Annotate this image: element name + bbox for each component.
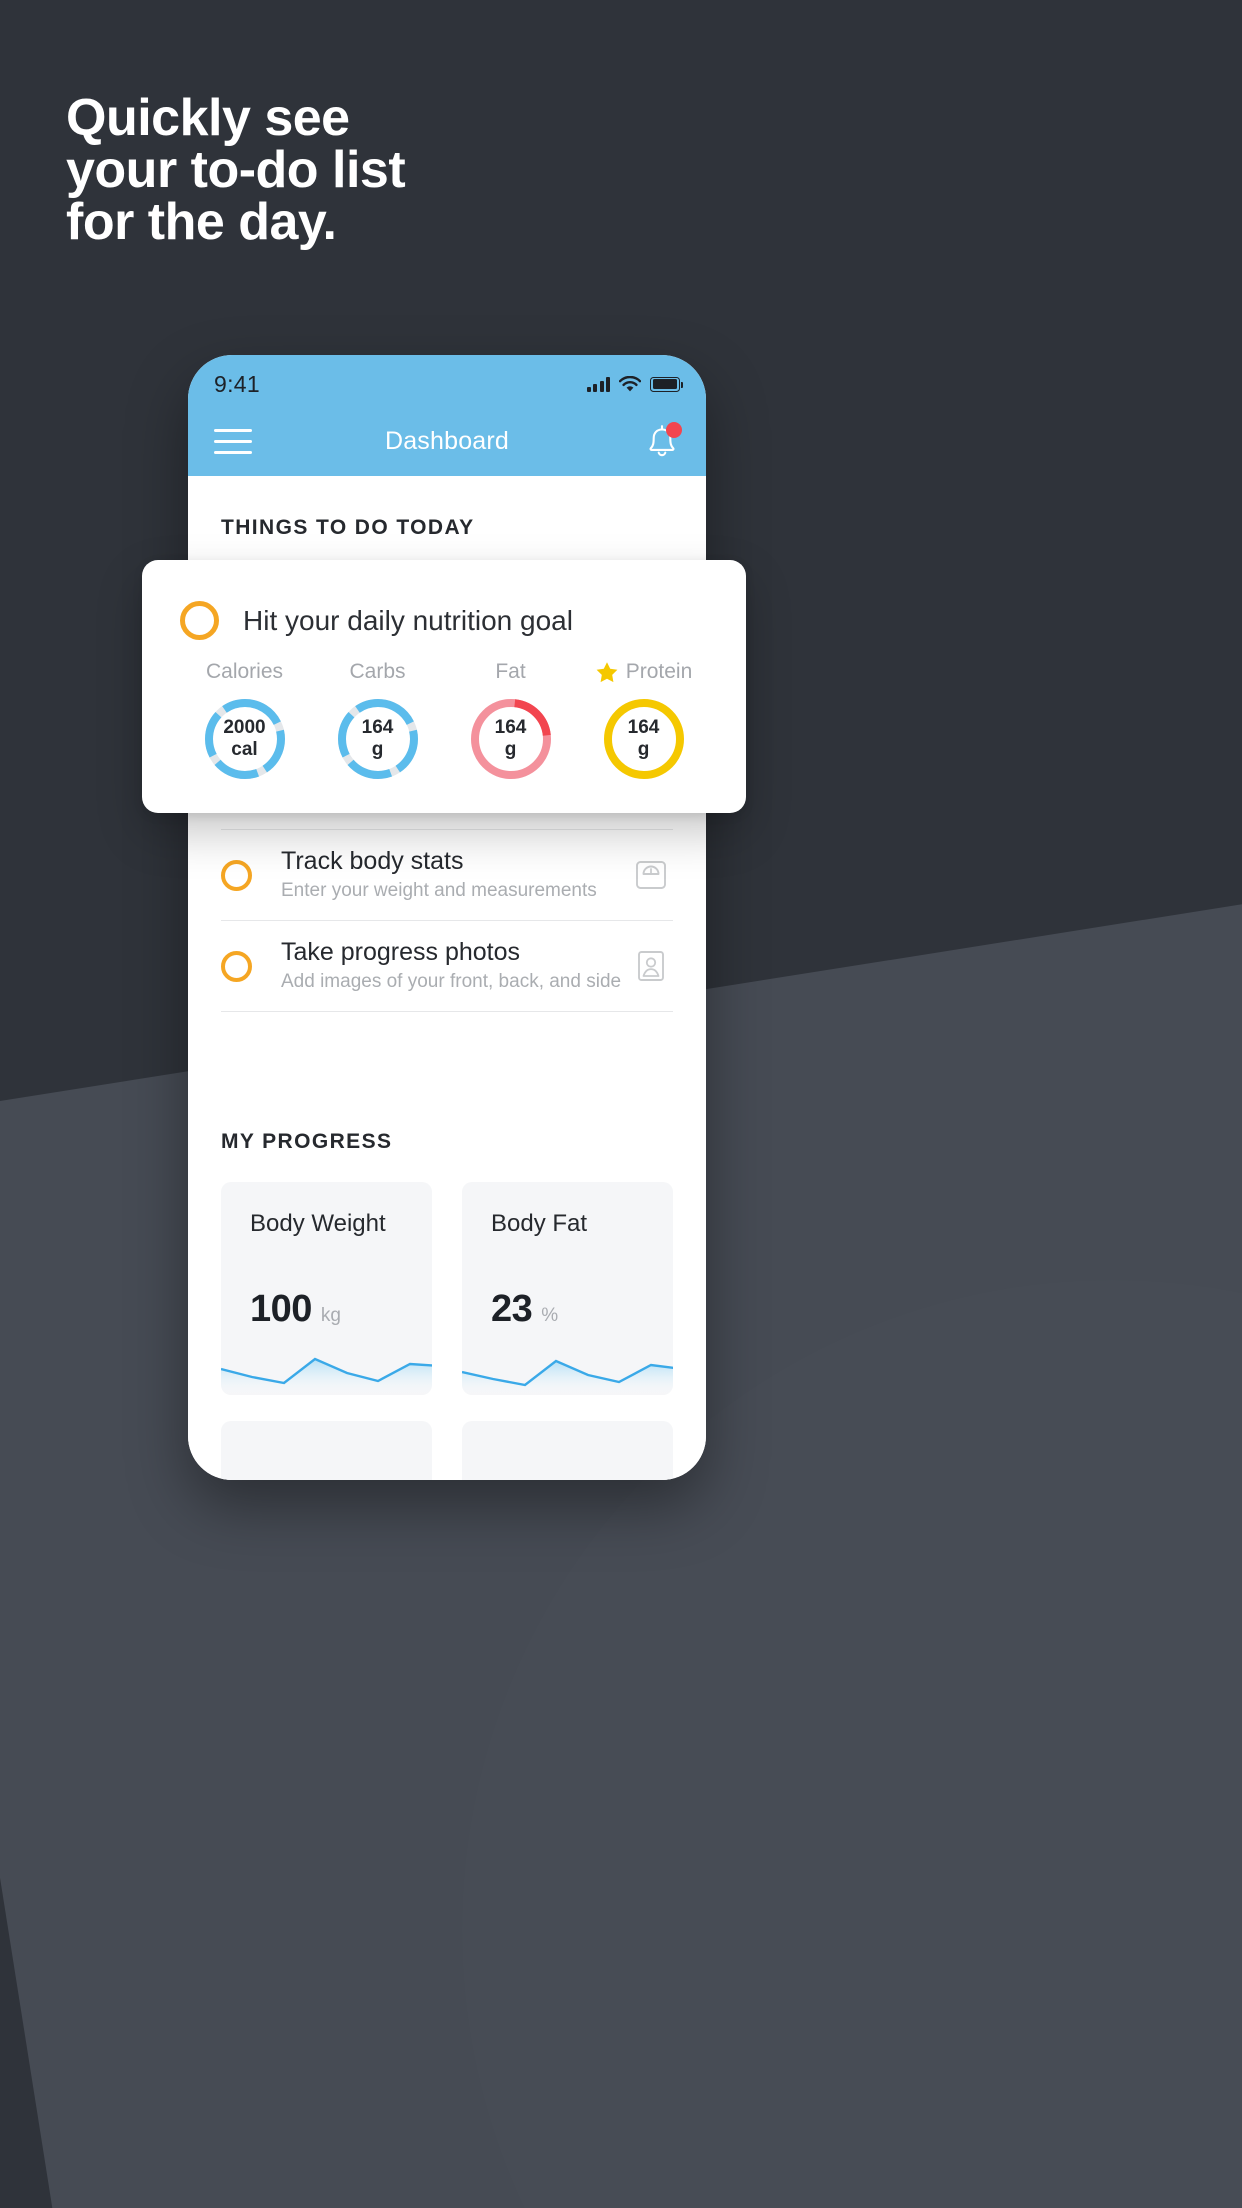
macro-value-group: 164 g	[334, 695, 422, 783]
notification-badge	[666, 421, 682, 438]
nutrition-goal-card[interactable]: Hit your daily nutrition goal Calories 2…	[142, 560, 746, 813]
macro-label-group: Protein	[595, 660, 693, 684]
task-list-bottom-divider	[221, 1011, 673, 1012]
things-to-do-heading: THINGS TO DO TODAY	[221, 516, 475, 539]
progress-card-value: 100	[250, 1288, 312, 1330]
my-progress-heading: MY PROGRESS	[221, 1130, 393, 1153]
page-root: Quickly see your to-do list for the day.…	[0, 0, 1242, 2208]
task-subtitle: Enter your weight and measurements	[281, 880, 597, 901]
macro-value: 2000	[223, 717, 266, 738]
hamburger-menu-icon[interactable]	[214, 429, 252, 454]
macro-unit: g	[371, 739, 384, 760]
progress-card-value-group: 23 %	[491, 1288, 558, 1331]
macro-ring: 164 g	[467, 695, 555, 783]
status-bar-indicators	[586, 376, 683, 392]
progress-card-label: Body Weight	[250, 1210, 386, 1237]
weight-scale-icon	[636, 861, 666, 889]
progress-card-value: 23	[491, 1288, 533, 1330]
body-weight-sparkline	[221, 1357, 432, 1395]
progress-card-value-group: 100 kg	[250, 1288, 341, 1331]
task-title: Track body stats	[281, 847, 464, 875]
macro-label-group: Calories	[206, 660, 283, 684]
macro-value: 164	[494, 717, 527, 738]
page-title: Dashboard	[384, 427, 510, 455]
progress-card-grid: Body Weight 100 kg Body Fat 23 %	[221, 1182, 673, 1395]
macro-label-group: Carbs	[349, 660, 405, 684]
star-icon	[596, 661, 618, 682]
task-subtitle: Add images of your front, back, and side	[281, 971, 622, 992]
task-checkbox-ring[interactable]	[221, 950, 252, 982]
macro-unit: cal	[231, 739, 258, 760]
progress-card-placeholder-right[interactable]	[462, 1421, 673, 1480]
task-title: Take progress photos	[281, 938, 521, 966]
macro-value-group: 164 g	[467, 695, 555, 783]
status-bar: 9:41	[188, 355, 706, 407]
macro-calories[interactable]: Calories 2000 cal	[178, 660, 311, 783]
wifi-icon	[619, 376, 641, 392]
body-fat-sparkline	[462, 1359, 673, 1395]
headline-line-3: for the day.	[66, 193, 337, 251]
battery-icon	[650, 376, 683, 392]
macro-value-group: 164 g	[600, 695, 688, 783]
macro-protein[interactable]: Protein 164 g	[577, 660, 710, 783]
macro-ring-group: Calories 2000 cal Carbs 164 g Fat 164 g …	[142, 660, 746, 783]
progress-card-body-weight[interactable]: Body Weight 100 kg	[221, 1182, 432, 1395]
progress-card-body-fat[interactable]: Body Fat 23 %	[462, 1182, 673, 1395]
macro-label: Protein	[625, 660, 693, 683]
nutrition-checkbox-ring[interactable]	[180, 601, 219, 640]
progress-card-label: Body Fat	[491, 1210, 588, 1237]
headline: Quickly see your to-do list for the day.	[66, 89, 406, 251]
macro-unit: g	[504, 739, 517, 760]
headline-line-2: your to-do list	[66, 141, 406, 199]
task-row-track-body-stats[interactable]: Track body stats Enter your weight and m…	[221, 829, 673, 920]
nutrition-card-title: Hit your daily nutrition goal	[243, 604, 573, 636]
macro-label: Carbs	[349, 660, 406, 683]
portrait-photo-icon	[638, 951, 664, 981]
app-navbar: Dashboard	[188, 407, 706, 476]
status-bar-time: 9:41	[214, 370, 260, 397]
macro-value: 164	[361, 717, 394, 738]
signal-bars-icon	[586, 376, 610, 392]
macro-unit: g	[637, 739, 650, 760]
progress-card-unit: %	[541, 1305, 559, 1326]
nutrition-card-header: Hit your daily nutrition goal	[142, 560, 746, 640]
progress-card-placeholder-left[interactable]	[221, 1421, 432, 1480]
macro-label: Fat	[495, 660, 526, 683]
macro-fat[interactable]: Fat 164 g	[444, 660, 577, 783]
progress-card-grid-secondary	[221, 1421, 673, 1480]
macro-label-group: Fat	[495, 660, 525, 684]
macro-value-group: 2000 cal	[201, 695, 289, 783]
macro-ring: 164 g	[600, 695, 688, 783]
macro-label: Calories	[205, 660, 284, 683]
task-text: Track body stats Enter your weight and m…	[281, 846, 629, 904]
macro-carbs[interactable]: Carbs 164 g	[311, 660, 444, 783]
notifications-button[interactable]	[644, 421, 682, 461]
headline-line-1: Quickly see	[66, 89, 350, 147]
phone-mockup: 9:41 Dashboard THINGS TO DO TODAY Track …	[188, 355, 706, 1480]
macro-value: 164	[627, 717, 660, 738]
task-row-take-progress-photos[interactable]: Take progress photos Add images of your …	[221, 920, 673, 1011]
task-checkbox-ring[interactable]	[221, 859, 252, 891]
task-text: Take progress photos Add images of your …	[281, 937, 629, 995]
macro-ring: 2000 cal	[201, 695, 289, 783]
progress-card-unit: kg	[320, 1305, 341, 1326]
macro-ring: 164 g	[334, 695, 422, 783]
